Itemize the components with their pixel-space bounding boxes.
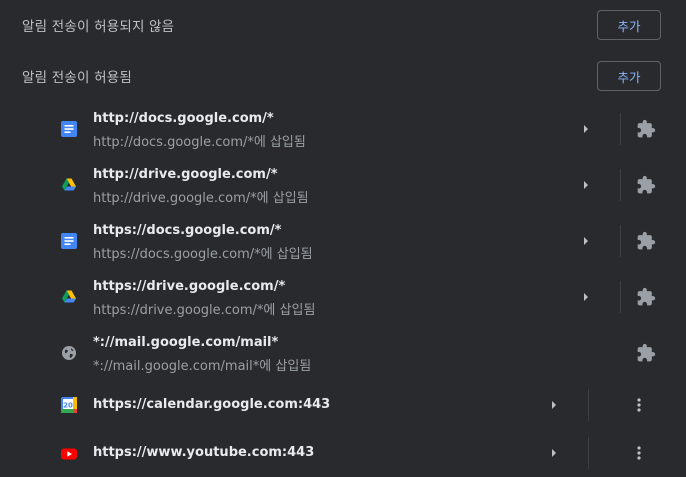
youtube-icon <box>61 448 77 460</box>
site-subtitle: http://drive.google.com/*에 삽입됨 <box>93 191 309 206</box>
chevron-right-icon[interactable] <box>544 443 564 463</box>
site-title: https://calendar.google.com:443 <box>93 397 331 412</box>
add-blocked-button[interactable]: 추가 <box>597 10 661 40</box>
puzzle-extension-icon <box>637 175 656 194</box>
puzzle-extension-icon <box>637 287 656 306</box>
site-row[interactable]: https://drive.google.com/* https://drive… <box>0 269 686 325</box>
site-row[interactable]: https://www.youtube.com:443 <box>0 429 686 477</box>
divider <box>588 389 589 421</box>
chevron-right-icon[interactable] <box>576 175 596 195</box>
globe-icon <box>62 346 76 360</box>
site-subtitle: http://docs.google.com/*에 삽입됨 <box>93 135 306 150</box>
google-drive-icon <box>62 290 76 303</box>
divider <box>620 225 621 257</box>
chevron-right-icon[interactable] <box>544 395 564 415</box>
puzzle-extension-icon <box>637 231 656 250</box>
blocked-section-title: 알림 전송이 허용되지 않음 <box>22 19 175 35</box>
google-calendar-icon: 20 <box>61 397 77 413</box>
divider <box>620 113 621 145</box>
site-row[interactable]: http://docs.google.com/* http://docs.goo… <box>0 101 686 157</box>
site-title: http://docs.google.com/* <box>93 111 274 126</box>
divider <box>620 281 621 313</box>
google-docs-icon <box>61 121 77 137</box>
google-docs-icon <box>61 233 77 249</box>
allowed-section-title: 알림 전송이 허용됨 <box>22 70 132 86</box>
site-subtitle: *://mail.google.com/mail*에 삽입됨 <box>93 359 312 374</box>
site-row[interactable]: https://docs.google.com/* https://docs.g… <box>0 213 686 269</box>
chevron-right-icon[interactable] <box>576 119 596 139</box>
chevron-right-icon[interactable] <box>576 287 596 307</box>
allowed-section-header: 알림 전송이 허용됨 추가 <box>0 56 686 96</box>
site-title: https://www.youtube.com:443 <box>93 445 315 460</box>
site-subtitle: https://drive.google.com/*에 삽입됨 <box>93 303 316 318</box>
puzzle-extension-icon <box>637 343 656 362</box>
divider <box>588 437 589 469</box>
site-title: https://drive.google.com/* <box>93 279 286 294</box>
site-title: *://mail.google.com/mail* <box>93 335 279 350</box>
site-row[interactable]: http://drive.google.com/* http://drive.g… <box>0 157 686 213</box>
site-subtitle: https://docs.google.com/*에 삽입됨 <box>93 247 313 262</box>
more-vert-icon[interactable] <box>629 395 649 415</box>
site-title: http://drive.google.com/* <box>93 167 278 182</box>
add-allowed-button[interactable]: 추가 <box>597 61 661 91</box>
chevron-right-icon[interactable] <box>576 231 596 251</box>
blocked-section-header: 알림 전송이 허용되지 않음 추가 <box>0 5 686 45</box>
more-vert-icon[interactable] <box>629 443 649 463</box>
site-title: https://docs.google.com/* <box>93 223 282 238</box>
google-drive-icon <box>62 178 76 191</box>
puzzle-extension-icon <box>637 119 656 138</box>
divider <box>620 169 621 201</box>
site-row: *://mail.google.com/mail* *://mail.googl… <box>0 325 686 381</box>
site-row[interactable]: 20 https://calendar.google.com:443 <box>0 381 686 429</box>
calendar-icon-day: 20 <box>63 402 73 410</box>
